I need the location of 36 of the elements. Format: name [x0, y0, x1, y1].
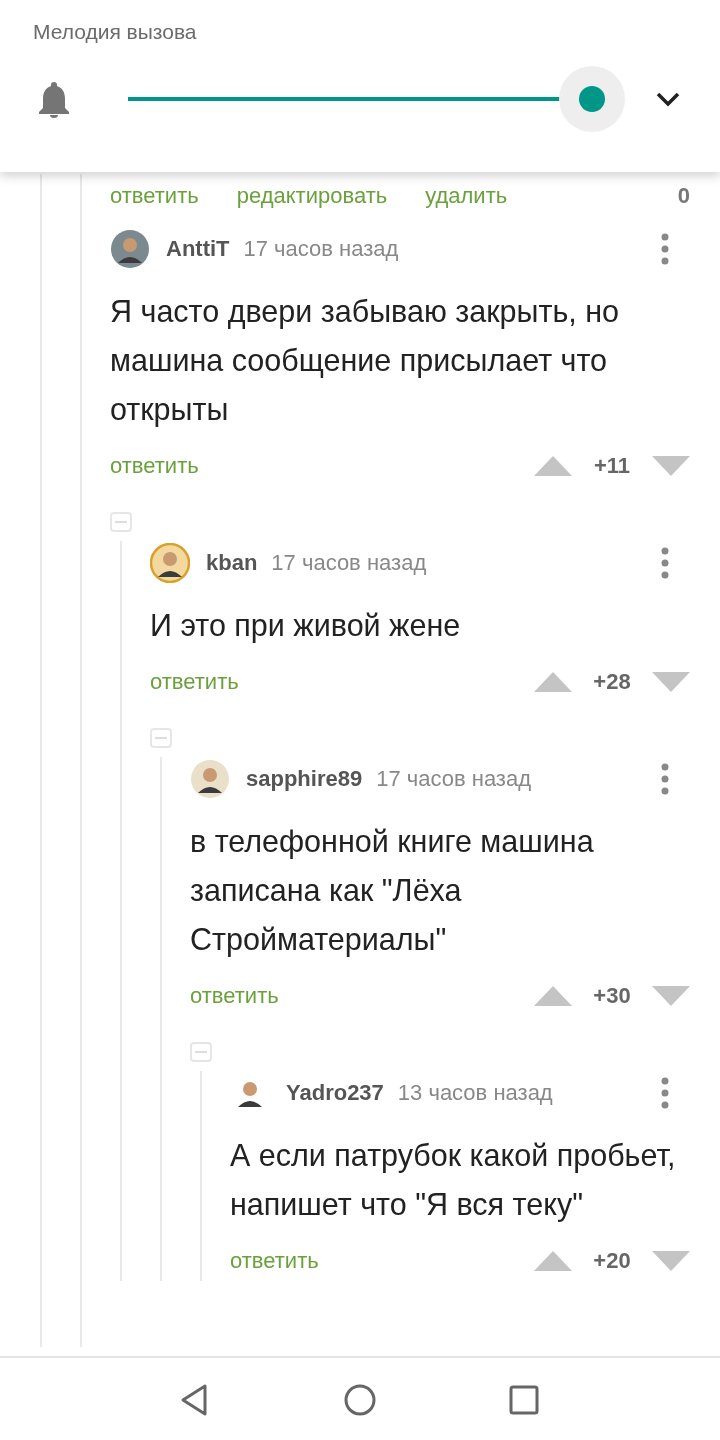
- comment-time: 17 часов назад: [376, 766, 532, 792]
- comment-text: А если патрубок какой пробьет, напишет что "Я вся теку": [230, 1137, 677, 1224]
- comment-time: 13 часов назад: [397, 1080, 553, 1106]
- avatar-icon: [110, 229, 150, 269]
- comment-time: 17 часов назад: [243, 236, 399, 262]
- action-link[interactable]: удалить: [425, 183, 508, 209]
- author-name[interactable]: kban: [206, 550, 258, 576]
- home-icon[interactable]: [343, 1383, 377, 1417]
- more-icon[interactable]: [661, 233, 669, 265]
- comment-text: И это при живой жене: [150, 607, 462, 645]
- avatar-icon: [190, 759, 230, 799]
- comment-text: Я часто двери забываю закрыть, но машина сообщение присылает что открыты: [110, 293, 621, 429]
- recents-icon[interactable]: [507, 1383, 541, 1417]
- comment-score: +20: [592, 1248, 632, 1274]
- author-name[interactable]: Yadro237: [286, 1080, 384, 1106]
- comment-score: +30: [592, 983, 632, 1009]
- more-icon[interactable]: [661, 1077, 669, 1109]
- reply-link[interactable]: ответить: [230, 1248, 319, 1274]
- more-icon[interactable]: [661, 547, 669, 579]
- author-name[interactable]: AnttiT: [166, 236, 230, 262]
- action-link[interactable]: редактировать: [236, 183, 388, 209]
- comment-time: 17 часов назад: [271, 550, 427, 576]
- comment-score: +28: [592, 669, 632, 695]
- reply-link[interactable]: ответить: [190, 983, 279, 1009]
- reply-link[interactable]: ответить: [150, 669, 239, 695]
- author-name[interactable]: sapphire89: [246, 766, 363, 792]
- chevron-down-icon[interactable]: [655, 91, 681, 107]
- comment-text: в телефонной книге машина записана как "Лёха Стройматериалы": [190, 823, 595, 959]
- avatar-icon: [150, 543, 190, 583]
- action-link[interactable]: ответить: [110, 183, 199, 209]
- comment-score: +11: [592, 453, 632, 479]
- panel-title: Мелодия вызова: [33, 20, 197, 44]
- reply-link[interactable]: ответить: [110, 453, 199, 479]
- bell-icon[interactable]: [36, 80, 72, 118]
- more-icon[interactable]: [661, 763, 669, 795]
- comment-score: 0: [677, 183, 690, 209]
